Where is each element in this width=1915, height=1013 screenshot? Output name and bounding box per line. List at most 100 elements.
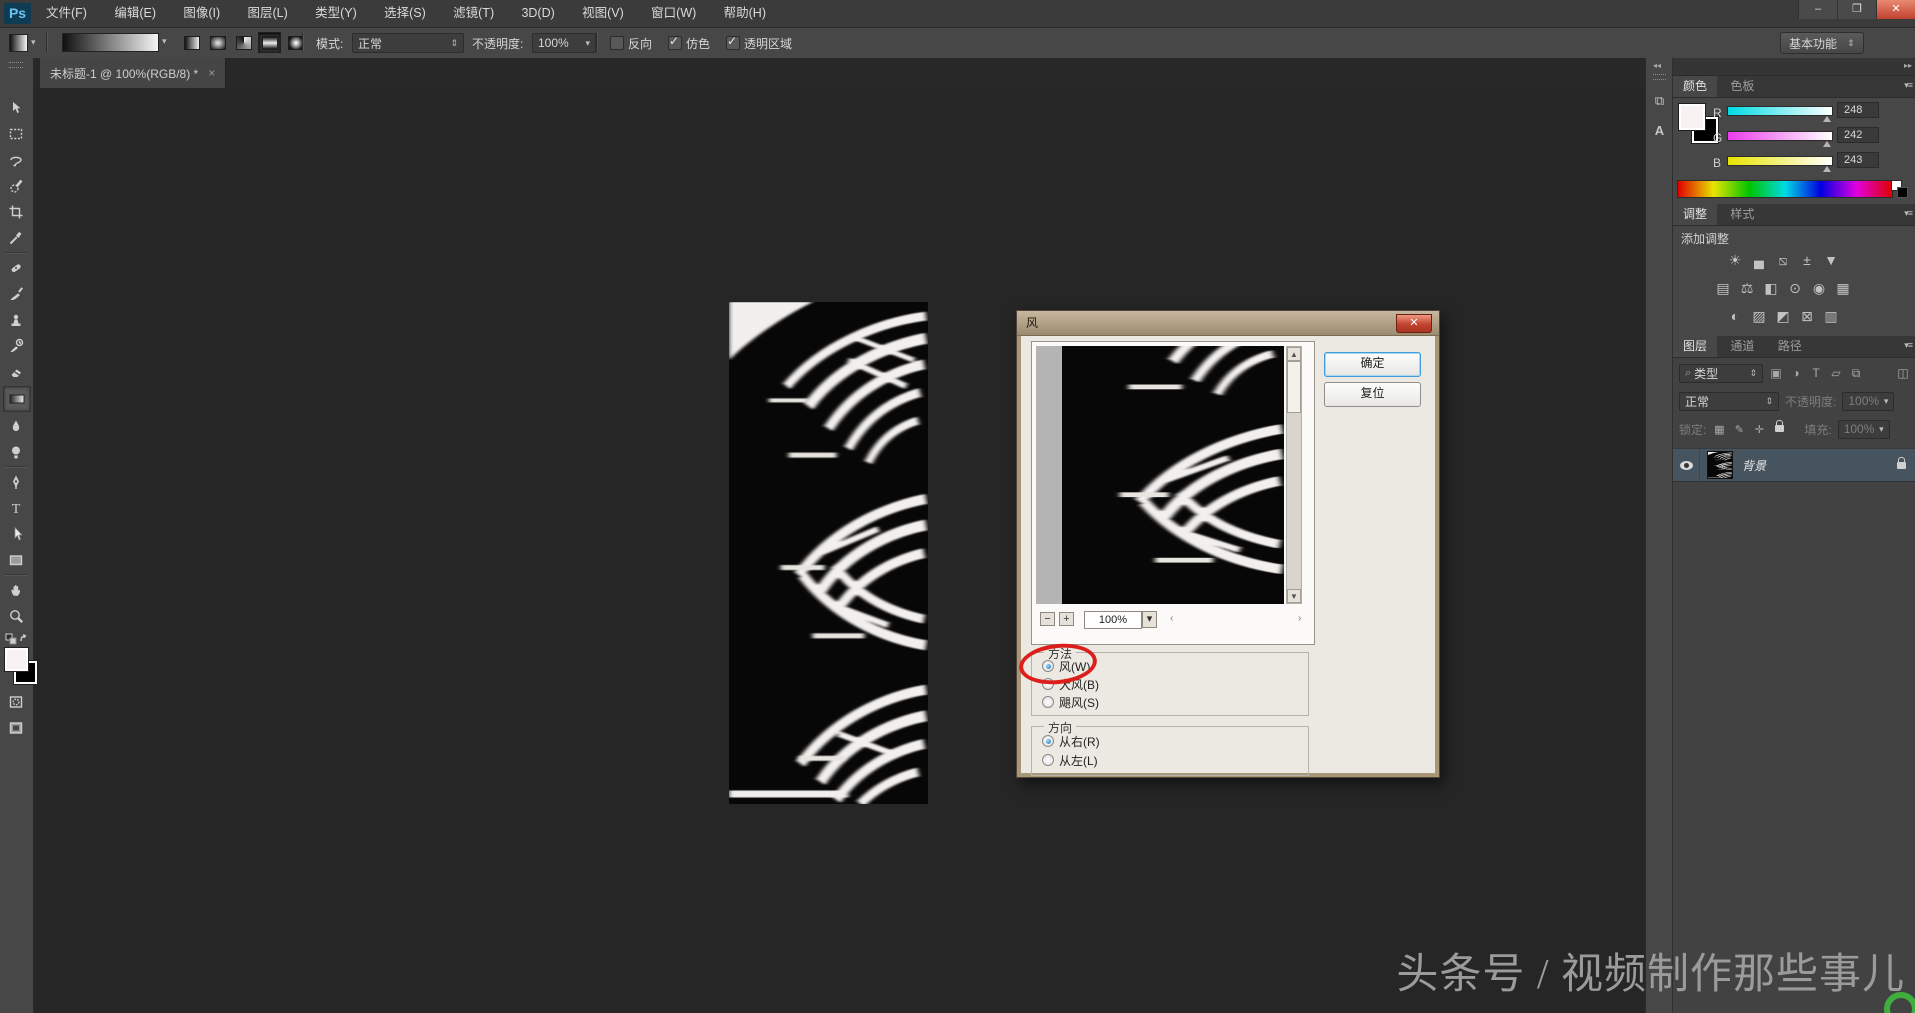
document-tab[interactable]: 未标题-1 @ 100%(RGB/8) * ×: [40, 58, 226, 88]
channel-g-slider[interactable]: [1727, 131, 1833, 141]
pen-tool-icon[interactable]: [3, 470, 29, 494]
channel-mixer-icon[interactable]: ◉: [1807, 278, 1831, 298]
tool-preset-arrow-icon[interactable]: ▾: [31, 37, 36, 48]
panel-menu-icon[interactable]: ▾≡: [1904, 208, 1912, 219]
linear-gradient-icon[interactable]: [180, 32, 203, 53]
from-left-option[interactable]: 从左(L): [1042, 753, 1098, 767]
menu-file[interactable]: 文件(F): [34, 0, 99, 27]
tab-color[interactable]: 颜色: [1673, 76, 1717, 97]
filter-pixel-layers-icon[interactable]: ▣: [1769, 366, 1783, 380]
tab-close-icon[interactable]: ×: [208, 66, 215, 80]
transparency-checkbox[interactable]: 透明区域: [726, 35, 792, 52]
dodge-tool-icon[interactable]: [3, 440, 29, 464]
quick-mask-icon[interactable]: [3, 690, 29, 714]
selective-color-icon[interactable]: ⊠: [1795, 306, 1819, 326]
panel-menu-icon[interactable]: ▾≡: [1904, 340, 1912, 351]
eraser-tool-icon[interactable]: [3, 360, 29, 384]
spectrum-black-swatch[interactable]: [1897, 187, 1908, 198]
gradient-preview[interactable]: [62, 33, 159, 52]
restore-icon[interactable]: ❐: [1837, 0, 1876, 19]
canvas-document[interactable]: [729, 302, 928, 804]
layer-blend-mode-select[interactable]: 正常 ⇕: [1679, 392, 1779, 411]
angle-gradient-icon[interactable]: [232, 32, 255, 53]
hand-tool-icon[interactable]: [3, 578, 29, 602]
ok-button[interactable]: 确定: [1324, 352, 1421, 377]
panel-menu-icon[interactable]: ▾≡: [1904, 80, 1912, 91]
slider-thumb-icon[interactable]: [1823, 166, 1831, 172]
filter-toggle-icon[interactable]: ◫: [1896, 366, 1910, 380]
zoom-in-icon[interactable]: +: [1059, 612, 1074, 626]
blur-tool-icon[interactable]: [3, 414, 29, 438]
gradient-map-icon[interactable]: ▥: [1819, 306, 1843, 326]
tab-channels[interactable]: 通道: [1720, 336, 1764, 357]
healing-brush-tool-icon[interactable]: [3, 256, 29, 280]
scroll-up-icon[interactable]: ▲: [1287, 347, 1301, 361]
dialog-close-icon[interactable]: ✕: [1396, 314, 1432, 333]
channel-b-slider[interactable]: [1727, 156, 1833, 166]
workspace-switcher[interactable]: 基本功能 ⇕: [1780, 32, 1864, 54]
menu-window[interactable]: 窗口(W): [639, 0, 708, 27]
panel-strip-grip[interactable]: [1653, 74, 1666, 80]
pan-left-icon[interactable]: ‹: [1170, 613, 1173, 624]
channel-b-value[interactable]: 243: [1837, 152, 1879, 168]
menu-layer[interactable]: 图层(L): [235, 0, 299, 27]
preview-vertical-scrollbar[interactable]: ▲ ▼: [1286, 346, 1302, 604]
tool-preset-icon[interactable]: [9, 34, 28, 52]
dither-checkbox[interactable]: 仿色: [668, 35, 710, 52]
filter-preview-image[interactable]: [1062, 346, 1284, 604]
vibrance-icon[interactable]: ▼: [1819, 250, 1843, 270]
from-right-option[interactable]: 从右(R): [1042, 734, 1100, 748]
lock-all-icon[interactable]: [1772, 423, 1786, 435]
swap-colors-icon[interactable]: [4, 632, 28, 646]
eyedropper-tool-icon[interactable]: [3, 226, 29, 250]
radial-gradient-icon[interactable]: [206, 32, 229, 53]
toolbox-grip[interactable]: [9, 62, 23, 68]
hue-saturation-icon[interactable]: ▤: [1711, 278, 1735, 298]
move-tool-icon[interactable]: [3, 96, 29, 120]
menu-view[interactable]: 视图(V): [570, 0, 636, 27]
opacity-select[interactable]: 100% ▾: [532, 33, 596, 53]
channel-r-slider[interactable]: [1727, 106, 1833, 116]
stagger-option[interactable]: 飓风(S): [1042, 695, 1099, 709]
character-panel-icon[interactable]: A: [1649, 120, 1670, 141]
curves-icon[interactable]: ⧅: [1771, 250, 1795, 270]
zoom-value-field[interactable]: 100%: [1084, 611, 1142, 629]
exposure-icon[interactable]: ±: [1795, 250, 1819, 270]
gradient-picker-arrow-icon[interactable]: ▾: [162, 36, 167, 47]
lock-transparency-icon[interactable]: ▦: [1712, 423, 1726, 436]
menu-edit[interactable]: 编辑(E): [102, 0, 168, 27]
levels-icon[interactable]: ▄: [1747, 250, 1771, 270]
marquee-tool-icon[interactable]: [3, 122, 29, 146]
menu-filter[interactable]: 滤镜(T): [441, 0, 506, 27]
screen-mode-icon[interactable]: [3, 716, 29, 740]
filter-shape-layers-icon[interactable]: ▱: [1829, 366, 1843, 380]
crop-tool-icon[interactable]: [3, 200, 29, 224]
lock-image-icon[interactable]: ✎: [1732, 423, 1746, 436]
visibility-toggle[interactable]: [1673, 449, 1700, 481]
clone-source-panel-icon[interactable]: ⧉: [1649, 90, 1670, 111]
menu-select[interactable]: 选择(S): [372, 0, 438, 27]
menu-help[interactable]: 帮助(H): [712, 0, 778, 27]
brightness-contrast-icon[interactable]: ☀: [1723, 250, 1747, 270]
type-tool-icon[interactable]: T: [3, 496, 29, 520]
tab-layers[interactable]: 图层: [1673, 336, 1717, 357]
dialog-title-bar[interactable]: 风: [1017, 311, 1439, 336]
tab-adjustments[interactable]: 调整: [1673, 204, 1717, 225]
layer-opacity-select[interactable]: 100% ▾: [1842, 392, 1894, 411]
lasso-tool-icon[interactable]: [3, 148, 29, 172]
filter-type-layers-icon[interactable]: T: [1809, 366, 1823, 380]
clone-stamp-tool-icon[interactable]: [3, 308, 29, 332]
brush-tool-icon[interactable]: [3, 282, 29, 306]
zoom-dropdown-icon[interactable]: ▾: [1142, 611, 1157, 628]
blast-option[interactable]: 大风(B): [1042, 677, 1099, 691]
tab-swatches[interactable]: 色板: [1720, 76, 1764, 97]
slider-thumb-icon[interactable]: [1823, 141, 1831, 147]
reset-button[interactable]: 复位: [1324, 382, 1421, 407]
spectrum-ramp[interactable]: [1677, 180, 1893, 198]
layer-thumbnail[interactable]: [1708, 452, 1732, 478]
panel-foreground-swatch[interactable]: [1679, 104, 1705, 130]
path-selection-tool-icon[interactable]: [3, 522, 29, 546]
reflected-gradient-icon[interactable]: [258, 32, 281, 53]
rectangle-tool-icon[interactable]: [3, 548, 29, 572]
quick-selection-tool-icon[interactable]: [3, 174, 29, 198]
